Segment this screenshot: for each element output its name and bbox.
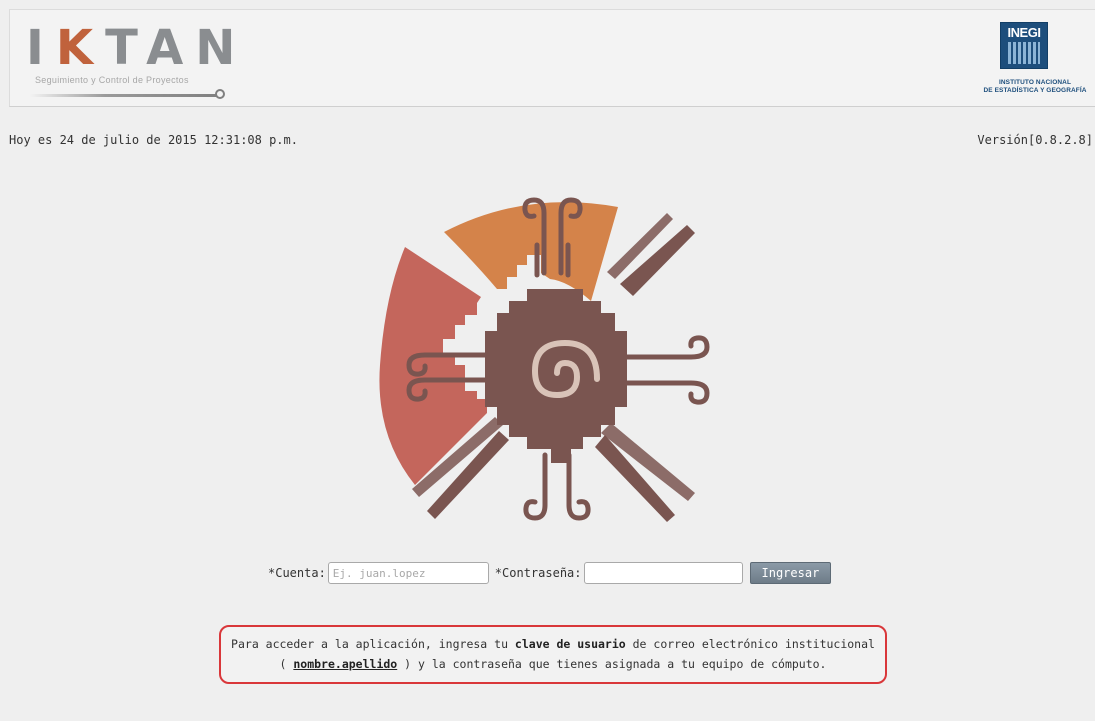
hunab-ku-emblem-icon xyxy=(379,197,710,522)
current-date: Hoy es 24 de julio de 2015 12:31:08 p.m. xyxy=(9,133,298,147)
emblem-right-spirals xyxy=(622,335,710,405)
inegi-name-line2: DE ESTADÍSTICA Y GEOGRAFÍA xyxy=(983,87,1087,94)
password-label: *Contraseña: xyxy=(494,566,582,580)
inegi-name-line1: INSTITUTO NACIONAL xyxy=(998,79,1072,86)
password-input[interactable] xyxy=(583,562,743,584)
emblem-bottom-spirals xyxy=(523,452,591,521)
logo-line-end-icon xyxy=(215,89,225,99)
login-instructions: Para acceder a la aplicación, ingresa tu… xyxy=(219,625,887,684)
login-button[interactable]: Ingresar xyxy=(749,562,832,584)
inegi-logo-icon: INEGI xyxy=(1000,22,1048,69)
instructions-line2: ( nombre.apellido ) y la contraseña que … xyxy=(279,657,827,671)
inegi-acronym: INEGI xyxy=(1007,25,1041,40)
app-header: IKTAN Seguimiento y Control de Proyectos… xyxy=(9,9,1095,107)
inegi-name: INSTITUTO NACIONAL DE ESTADÍSTICA Y GEOG… xyxy=(970,79,1095,95)
logo-subtitle: Seguimiento y Control de Proyectos xyxy=(35,75,189,85)
account-label: *Cuenta: xyxy=(268,566,326,580)
inegi-grid-icon xyxy=(1008,42,1040,64)
username-format-text: nombre.apellido xyxy=(293,657,398,671)
username-key-text: clave de usuario xyxy=(514,637,626,651)
login-form: *Cuenta: *Contraseña: Ingresar xyxy=(268,561,832,585)
account-input[interactable] xyxy=(327,562,489,584)
iktan-logo: IKTAN xyxy=(26,20,248,76)
version-label: Versión[0.8.2.8] xyxy=(977,133,1093,147)
logo-divider-line xyxy=(30,94,218,97)
instructions-line1: Para acceder a la aplicación, ingresa tu… xyxy=(231,637,875,651)
